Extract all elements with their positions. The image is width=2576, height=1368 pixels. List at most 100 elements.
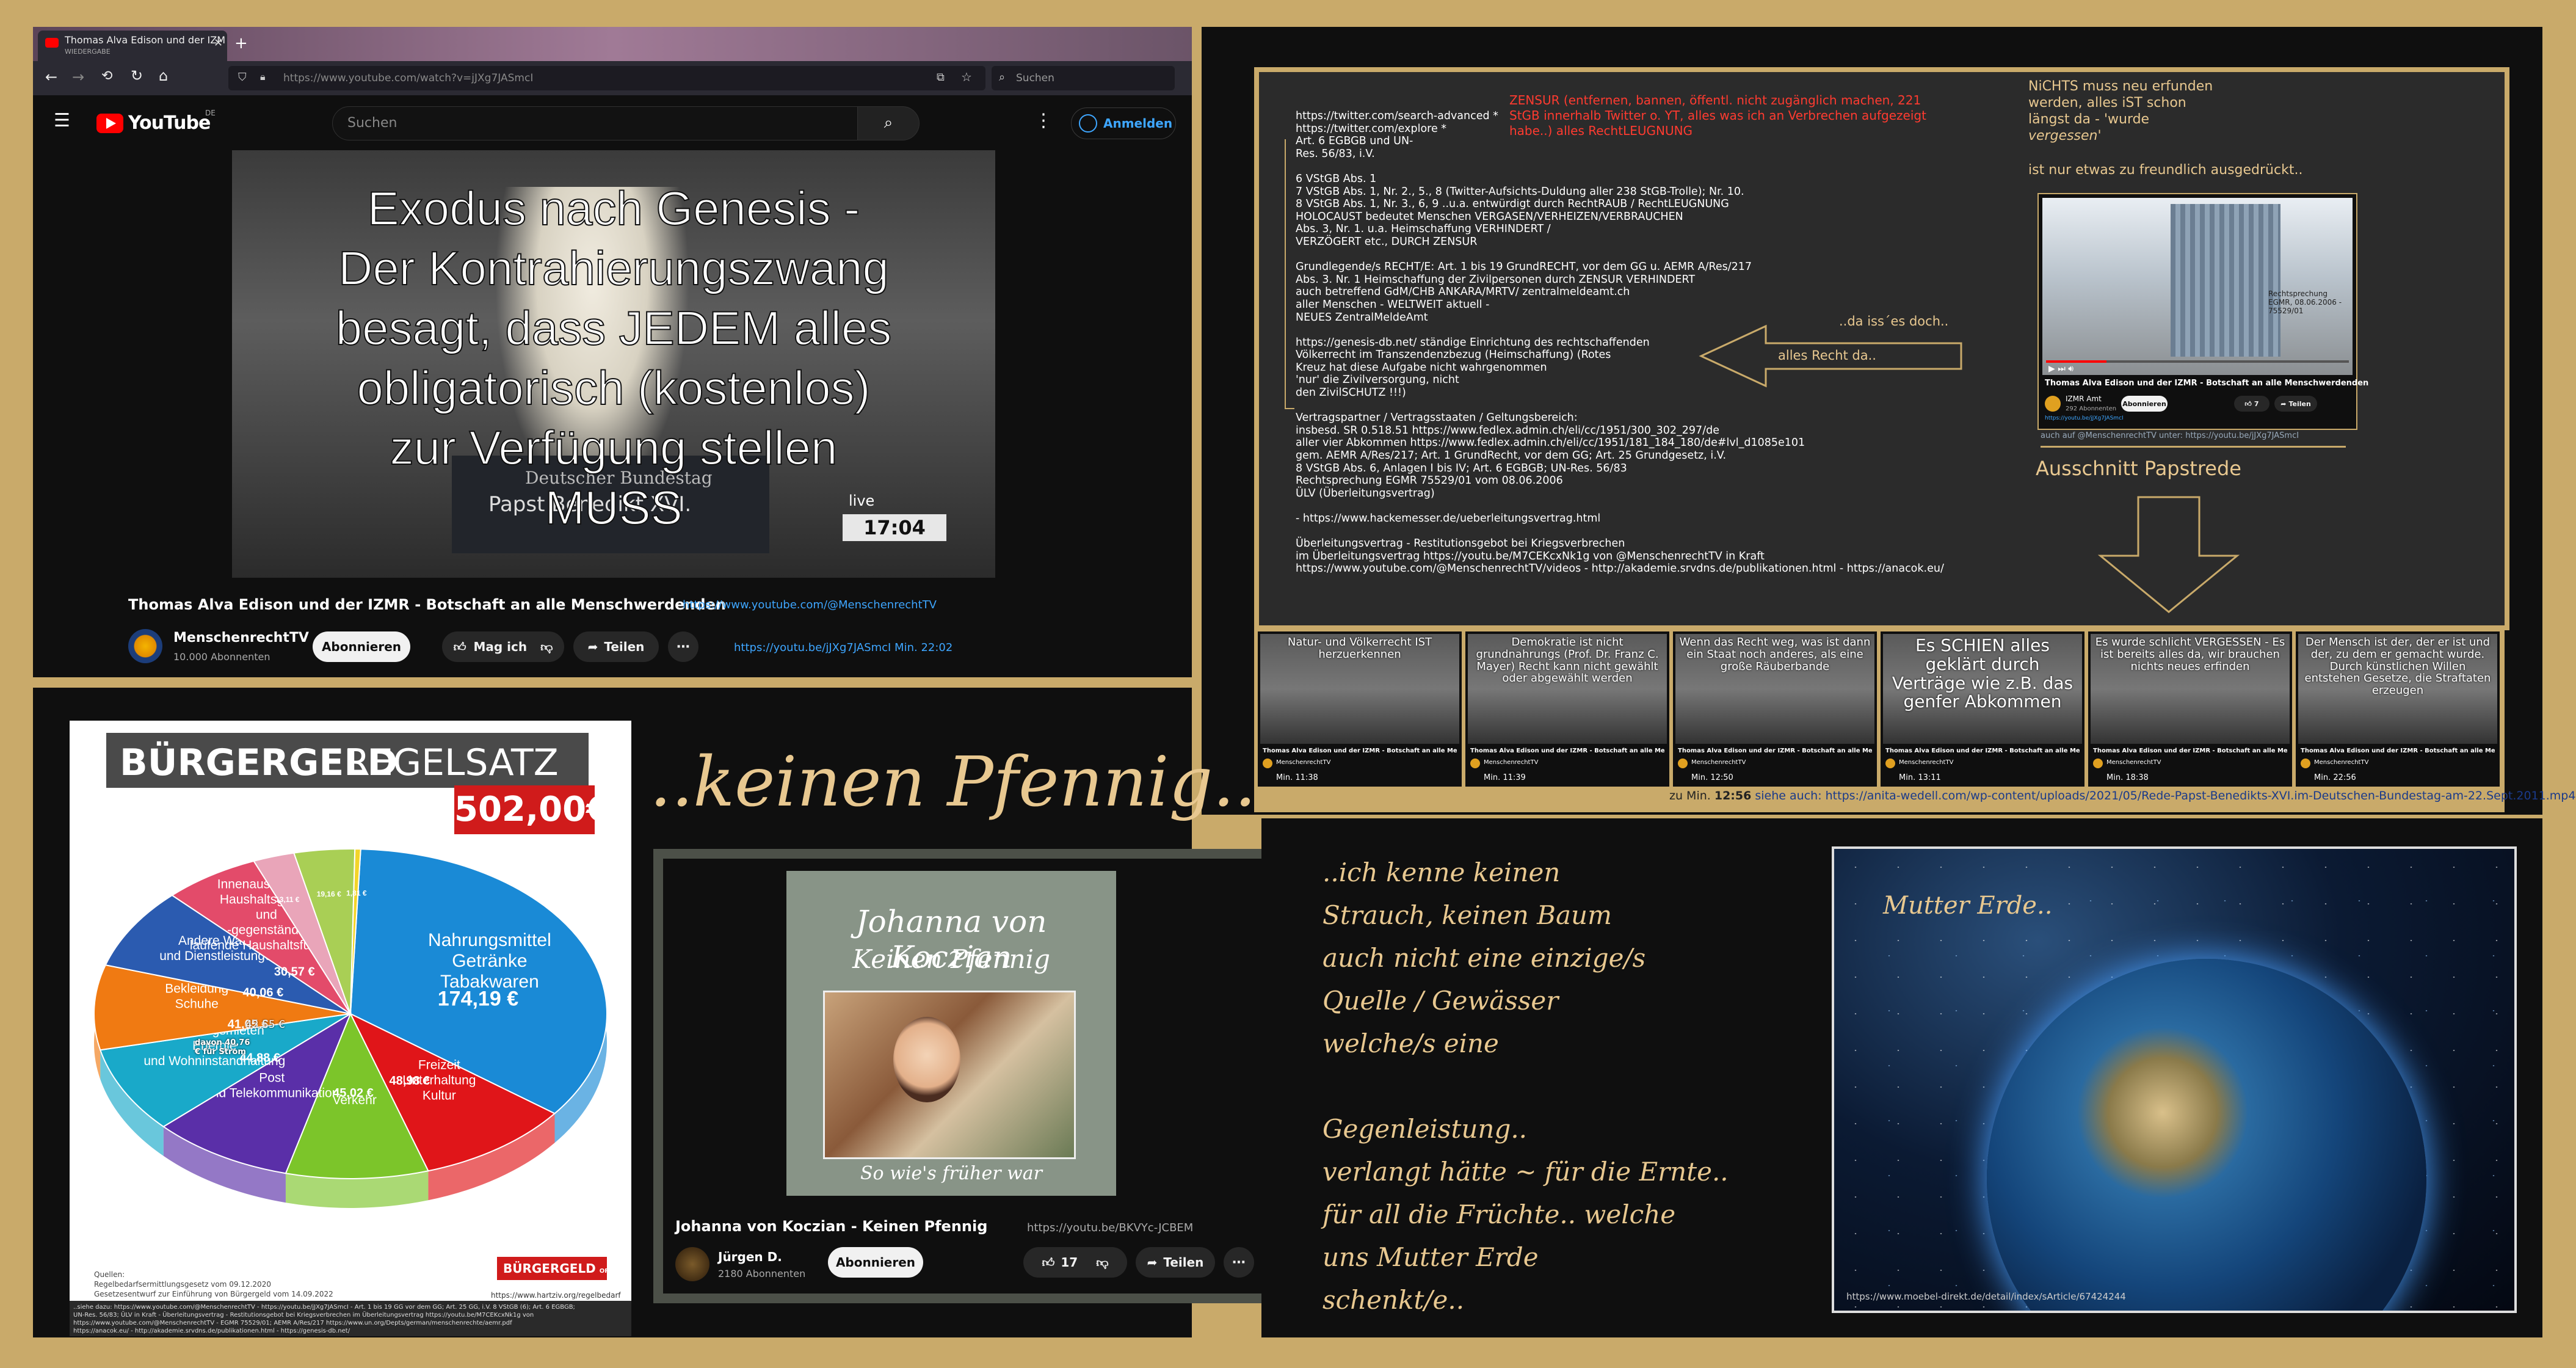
youtube-search-button[interactable]: ⌕ bbox=[857, 106, 920, 140]
overlay-line: zur Verfügung stellen bbox=[390, 420, 838, 475]
portrait-face bbox=[893, 1017, 960, 1102]
subscribe2-button[interactable]: Abonnieren bbox=[828, 1247, 923, 1278]
source-1: Regelbedarfsermittlungsgesetz vom 09.12.… bbox=[94, 1280, 271, 1289]
footer-line[interactable]: https://www.youtube.com/@MenschenrechtTV… bbox=[73, 1319, 628, 1327]
tab-subtitle: WIEDERGABE bbox=[65, 48, 111, 56]
thumb-avatar bbox=[1678, 759, 1688, 768]
thumb-avatar bbox=[1885, 759, 1895, 768]
legal-line bbox=[1296, 160, 2065, 173]
strip-footer-time: 12:56 bbox=[1714, 789, 1752, 802]
like-button[interactable]: 👍︎ Mag ich 👎︎ bbox=[442, 631, 564, 662]
youtube-logo[interactable]: YouTube DE bbox=[96, 109, 219, 134]
auch-auf-text[interactable]: auch auf @MenschenrechtTV unter: https:/… bbox=[2041, 431, 2299, 440]
youtube-search-placeholder: Suchen bbox=[347, 115, 397, 131]
source-site[interactable]: https://www.hartziv.org/regelbedarf bbox=[491, 1291, 621, 1300]
short-link[interactable]: https://youtu.be/jJXg7JASmcI Min. 22:02 bbox=[734, 641, 952, 654]
mini-progress[interactable] bbox=[2046, 360, 2349, 363]
mini-avatar[interactable] bbox=[2045, 396, 2061, 412]
poem-line: Strauch, keinen Baum bbox=[1322, 900, 1612, 930]
footer-line[interactable]: ..siehe dazu: https://www.youtube.com/@M… bbox=[73, 1303, 628, 1311]
cover-photo bbox=[823, 991, 1076, 1159]
footer-line[interactable]: UN-Res. 56/83; ÜLV in Kraft - Überleitun… bbox=[73, 1311, 628, 1319]
poem-line: Quelle / Gewässer bbox=[1322, 986, 1559, 1016]
thumb-channel: MenschenrechtTV bbox=[1484, 759, 1539, 766]
footer-line[interactable]: https://anacok.eu/ - http://akademie.srv… bbox=[73, 1327, 628, 1335]
browser-toolbar: ← → ⟲ ↻ ⌂ ⛉ 🔒︎ https://www.youtube.com/w… bbox=[33, 61, 1192, 95]
share2-button[interactable]: ➦ Teilen bbox=[1136, 1247, 1215, 1278]
thumb-avatar bbox=[1263, 759, 1272, 768]
strip-footer-link[interactable]: siehe auch: https://anita-wedell.com/wp-… bbox=[1751, 789, 2575, 802]
channel-avatar[interactable] bbox=[128, 629, 162, 663]
channel-link[interactable]: https://www.youtube.com/@MenschenrechtTV bbox=[683, 598, 937, 611]
thumb-time: Min. 13:11 bbox=[1899, 773, 1941, 782]
mini-video[interactable]: Rechtsprechung EGMR, 08.06.2006 - 75529/… bbox=[2042, 198, 2353, 375]
thumbs-down-icon[interactable]: 👎︎ bbox=[1096, 1255, 1108, 1270]
bracket-line bbox=[1285, 139, 1294, 409]
strip-thumbnail[interactable]: Demokratie ist nicht grundnahrungs (Prof… bbox=[1465, 631, 1669, 787]
like2-button[interactable]: 👍︎ 17 👎︎ bbox=[1023, 1247, 1127, 1278]
thumbs-down-icon[interactable]: 👎︎ bbox=[540, 639, 553, 655]
subscribe-button[interactable]: Abonnieren bbox=[313, 631, 410, 662]
reload-icon[interactable]: ↻ bbox=[131, 67, 143, 84]
channel-subscribers: 10.000 Abonnenten bbox=[173, 651, 270, 663]
thumb-overlay: Demokratie ist nicht grundnahrungs (Prof… bbox=[1476, 636, 1659, 685]
mini-subscribe-button[interactable]: Abonnieren bbox=[2121, 396, 2168, 412]
strip-thumbnail[interactable]: Wenn das Recht weg, was ist dann ein Sta… bbox=[1673, 631, 1877, 787]
channel-name[interactable]: MenschenrechtTV bbox=[173, 630, 309, 646]
legal-line: Rechtsprechung EGMR 75529/01 vom 08.06.2… bbox=[1296, 475, 1563, 487]
earth-credit[interactable]: https://www.moebel-direkt.de/detail/inde… bbox=[1846, 1291, 2126, 1302]
home-icon[interactable]: ⌂ bbox=[159, 67, 168, 84]
mini-link[interactable]: https://youtu.be/jJXg7JASmcI bbox=[2045, 415, 2124, 421]
youtube-search-input[interactable]: Suchen bbox=[332, 106, 858, 140]
pie-slice-label: Schuhe bbox=[175, 997, 219, 1011]
shield-icon: ⛉ bbox=[238, 71, 247, 84]
bookmark-star-icon[interactable]: ☆ bbox=[961, 70, 972, 84]
translate-icon[interactable]: ⧉ bbox=[937, 71, 945, 84]
back-icon[interactable]: ← bbox=[45, 68, 57, 86]
overlay-line: besagt, dass JEDEM alles bbox=[335, 300, 892, 355]
strip-thumbnail[interactable]: Es wurde schlicht VERGESSEN - Es ist ber… bbox=[2088, 631, 2292, 787]
video-title: Thomas Alva Edison und der IZMR - Botsch… bbox=[128, 596, 726, 613]
pie-slice-value: 40,06 € bbox=[242, 986, 283, 999]
video-timestamp: 17:04 bbox=[843, 514, 946, 541]
youtube-logo-region: DE bbox=[205, 109, 216, 117]
more-actions-button[interactable]: ⋯ bbox=[668, 631, 698, 662]
arrow-text-2: alles Recht da.. bbox=[1778, 348, 1876, 363]
more2-button[interactable]: ⋯ bbox=[1224, 1247, 1254, 1278]
cover-bottom-text: So wie's früher war bbox=[860, 1163, 1042, 1184]
close-tab-icon[interactable]: ✕ bbox=[214, 37, 223, 49]
poem-line bbox=[1322, 1065, 1729, 1108]
buergergeld-footer: ..siehe dazu: https://www.youtube.com/@M… bbox=[70, 1301, 631, 1336]
mini-share-button[interactable]: ➦ Teilen bbox=[2274, 396, 2317, 412]
mini-like-button[interactable]: 👍︎ 7 bbox=[2234, 396, 2269, 412]
address-bar[interactable]: ⛉ 🔒︎ https://www.youtube.com/watch?v=jJX… bbox=[228, 66, 985, 90]
strip-thumbnail[interactable]: Natur- und Völkerrecht IST herzuerkennen… bbox=[1258, 631, 1462, 787]
mini-play-icon[interactable]: ▶ ⏭ 🔊︎ bbox=[2048, 364, 2073, 374]
signin-button[interactable]: Anmelden bbox=[1071, 107, 1176, 139]
more-options-icon[interactable]: ⋮ bbox=[1034, 110, 1053, 131]
video2-link[interactable]: https://youtu.be/BKVYc-JCBEM bbox=[1027, 1221, 1193, 1234]
channel2-name[interactable]: Jürgen D. bbox=[718, 1250, 782, 1264]
forward-icon[interactable]: → bbox=[72, 68, 84, 86]
strip-thumbnail[interactable]: Es SCHIEN alles geklärt durch Verträge w… bbox=[1881, 631, 2084, 787]
browser-search-box[interactable]: ⌕ Suchen bbox=[992, 66, 1175, 90]
youtube-header: ☰ YouTube DE Suchen ⌕ ⋮ Anmelden bbox=[33, 95, 1192, 150]
legal-line: NEUES ZentralMeldeAmt bbox=[1296, 311, 1428, 324]
thumb-overlay: Der Mensch ist der, der er ist und der, … bbox=[2304, 636, 2491, 697]
thumbs-up-icon: 👍︎ bbox=[453, 639, 466, 654]
channel2-avatar[interactable] bbox=[675, 1247, 709, 1281]
album-cover[interactable]: Johanna von Koczian Keinen Pfennig So wi… bbox=[786, 871, 1116, 1196]
share-button[interactable]: ➦ Teilen bbox=[573, 631, 659, 662]
building-image bbox=[2171, 204, 2280, 357]
strip-thumbnail[interactable]: Der Mensch ist der, der er ist und der, … bbox=[2296, 631, 2500, 787]
new-tab-icon[interactable]: + bbox=[234, 34, 248, 53]
thumb-channel: MenschenrechtTV bbox=[2106, 759, 2161, 766]
menu-icon[interactable]: ☰ bbox=[54, 110, 70, 131]
pie-slice-label: Getränke bbox=[452, 951, 527, 971]
text-card: https://twitter.com/search-advanced * ht… bbox=[1254, 67, 2509, 630]
share-icon: ➦ bbox=[2280, 399, 2287, 408]
video-player[interactable]: Deutscher Bundestag Papst Benedikt XVI. … bbox=[232, 150, 995, 578]
history-icon[interactable]: ⟲ bbox=[101, 68, 112, 84]
browser-tab[interactable]: Thomas Alva Edison und der IZM WIEDERGAB… bbox=[38, 31, 227, 61]
channel2-subs: 2180 Abonnenten bbox=[718, 1268, 806, 1279]
